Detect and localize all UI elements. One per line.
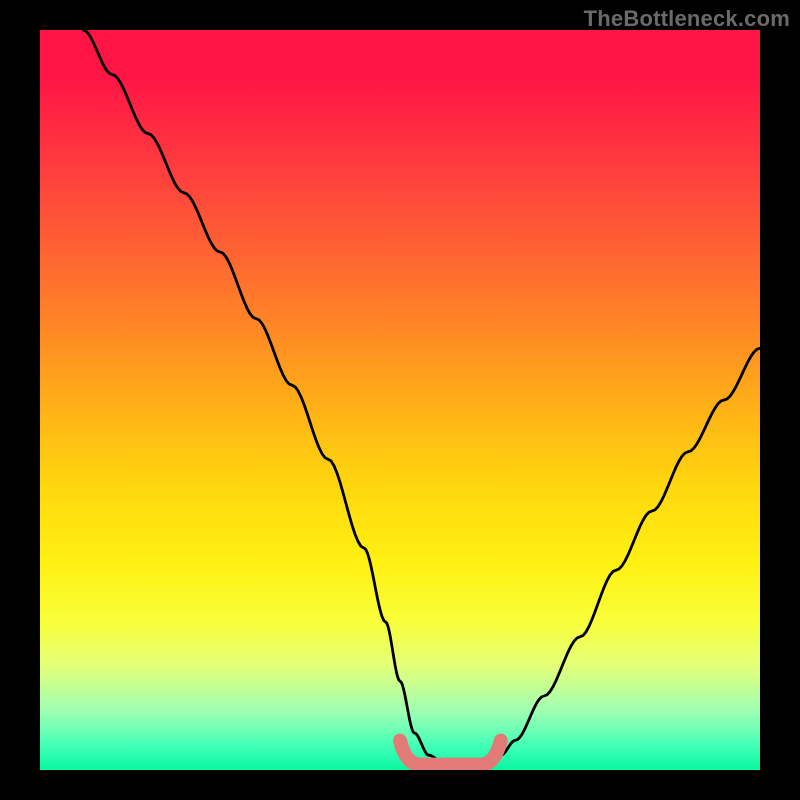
- plot-area: [40, 30, 760, 770]
- bottleneck-curve: [83, 30, 760, 763]
- attribution-text: TheBottleneck.com: [584, 6, 790, 32]
- chart-frame: TheBottleneck.com: [0, 0, 800, 800]
- optimal-range-marker: [400, 741, 501, 765]
- curve-layer: [40, 30, 760, 770]
